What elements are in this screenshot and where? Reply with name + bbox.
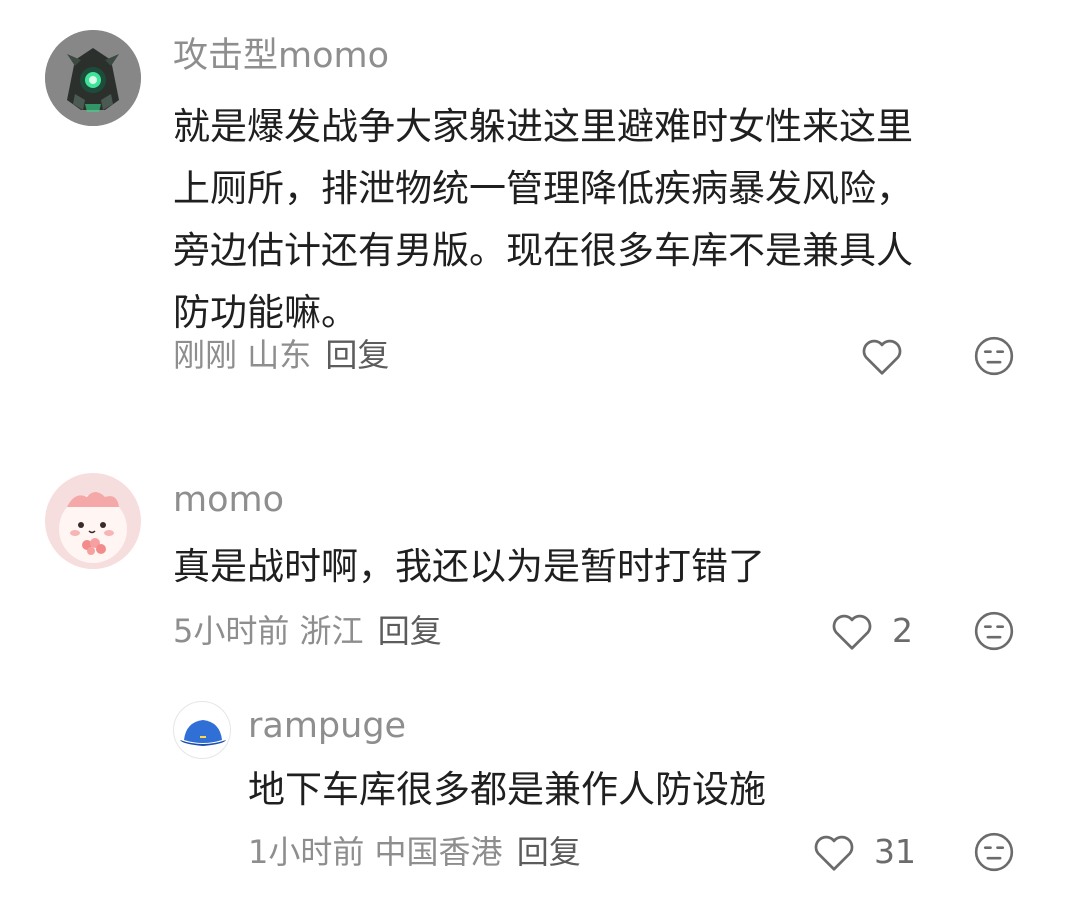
avatar[interactable] <box>173 701 231 759</box>
reply-button[interactable]: 回复 <box>517 833 581 871</box>
unamused-face-icon <box>974 336 1014 376</box>
comment-meta: 5小时前 浙江 回复 <box>173 611 442 651</box>
comment-meta: 刚刚 山东 回复 <box>173 335 389 375</box>
comment-text-line: 就是爆发战争大家躲进这里避难时女性来这里 <box>173 105 913 148</box>
location: 浙江 <box>299 612 364 650</box>
comment-text-line: 旁边估计还有男版。现在很多车库不是兼具人 <box>173 229 913 272</box>
unamused-face-icon <box>974 611 1014 651</box>
timestamp: 5小时前 <box>173 612 290 650</box>
dislike-button[interactable] <box>973 335 1015 381</box>
like-button[interactable]: 2 <box>830 611 913 651</box>
avatar-robot-image <box>45 30 141 126</box>
like-button[interactable] <box>860 336 904 376</box>
reply-button[interactable]: 回复 <box>325 336 389 374</box>
location: 中国香港 <box>374 833 503 871</box>
username[interactable]: momo <box>173 480 284 520</box>
comment-text-line: 真是战时啊，我还以为是暂时打错了 <box>173 545 765 588</box>
avatar[interactable] <box>45 473 141 569</box>
comment-text: 地下车库很多都是兼作人防设施 <box>248 759 766 821</box>
avatar-cartoon-image <box>45 473 141 569</box>
heart-outline-icon <box>832 614 872 650</box>
comment-text: 真是战时啊，我还以为是暂时打错了 <box>173 536 765 598</box>
avatar[interactable] <box>45 30 141 126</box>
unamused-face-icon <box>974 832 1014 872</box>
like-count: 2 <box>892 611 913 650</box>
heart-outline-icon <box>862 339 902 375</box>
comment-text: 就是爆发战争大家躲进这里避难时女性来这里 上厕所，排泄物统一管理降低疾病暴发风险… <box>173 96 913 344</box>
dislike-button[interactable] <box>973 610 1015 656</box>
reply-button[interactable]: 回复 <box>378 612 442 650</box>
timestamp: 刚刚 <box>173 336 238 374</box>
dislike-button[interactable] <box>973 831 1015 877</box>
location: 山东 <box>247 336 312 374</box>
timestamp: 1小时前 <box>248 833 365 871</box>
username[interactable]: rampuge <box>248 706 406 746</box>
avatar-bucket-hat-image <box>180 720 226 746</box>
comment-text-line: 地下车库很多都是兼作人防设施 <box>248 768 766 811</box>
comment-text-line: 上厕所，排泄物统一管理降低疾病暴发风险， <box>173 167 913 210</box>
heart-outline-icon <box>814 835 854 871</box>
like-button[interactable]: 31 <box>812 832 916 872</box>
like-count: 31 <box>874 832 916 871</box>
comment-meta: 1小时前 中国香港 回复 <box>248 832 581 872</box>
username[interactable]: 攻击型momo <box>173 36 389 76</box>
